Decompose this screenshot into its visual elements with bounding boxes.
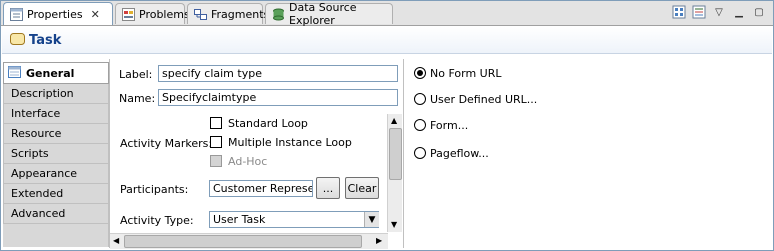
fragments-icon	[194, 8, 207, 21]
scroll-left-icon[interactable]: ◀	[113, 236, 119, 245]
general-icon	[8, 65, 21, 81]
scroll-down-icon[interactable]: ▼	[391, 220, 397, 229]
nav-filler	[3, 224, 109, 247]
nav-item-advanced[interactable]: Advanced	[3, 204, 109, 224]
nav-item-description[interactable]: Description	[3, 84, 109, 104]
browse-participants-button[interactable]: ...	[316, 177, 340, 199]
activity-type-select[interactable]: User Task	[209, 211, 379, 228]
ad-hoc-label: Ad-Hoc	[228, 155, 268, 168]
form-label: Form...	[430, 119, 469, 132]
scroll-up-icon[interactable]: ▲	[391, 116, 397, 125]
close-icon[interactable]: ✕	[91, 8, 100, 21]
tab-label: Data Source Explorer	[289, 1, 357, 27]
properties-view: Properties ✕ Problems Fragments Data Sou…	[0, 0, 774, 251]
tab-data-source-explorer[interactable]: Data Source Explorer	[265, 1, 393, 27]
view-menu-icon[interactable]: ▽	[711, 4, 727, 20]
tab-label: Fragments	[211, 7, 270, 21]
view-toolbar: ▽ ▁ ▢	[671, 4, 767, 20]
nav-item-scripts[interactable]: Scripts	[3, 144, 109, 164]
label-input[interactable]: specify claim type	[158, 65, 398, 82]
page-title: Task	[29, 32, 62, 48]
nav-item-appearance[interactable]: Appearance	[3, 164, 109, 184]
horizontal-scroll-thumb[interactable]	[124, 235, 362, 248]
tab-properties[interactable]: Properties ✕	[3, 2, 113, 25]
nav-item-label: General	[26, 66, 75, 80]
activity-type-value: User Task	[213, 213, 266, 226]
properties-icon	[10, 7, 23, 21]
nav-item-extended[interactable]: Extended	[3, 184, 109, 204]
view-tab-bar: Properties ✕ Problems Fragments Data Sou…	[1, 1, 773, 27]
clear-participants-button[interactable]: Clear	[345, 177, 379, 199]
vertical-scroll-thumb[interactable]	[389, 128, 402, 180]
task-icon	[10, 32, 25, 48]
activity-type-label: Activity Type:	[120, 214, 194, 227]
tab-problems[interactable]: Problems	[115, 3, 190, 24]
no-form-url-radio[interactable]	[414, 67, 426, 79]
participants-input[interactable]: Customer Represent	[209, 180, 313, 197]
user-defined-url-radio[interactable]	[414, 93, 426, 105]
show-advanced-icon[interactable]	[691, 4, 707, 20]
chevron-down-icon[interactable]: ▼	[364, 212, 379, 227]
user-defined-url-label: User Defined URL...	[430, 93, 538, 106]
maximize-icon[interactable]: ▢	[751, 4, 767, 20]
standard-loop-label: Standard Loop	[228, 117, 308, 130]
multiple-instance-loop-checkbox[interactable]	[210, 136, 222, 148]
properties-nav: General Description Interface Resource S…	[3, 62, 109, 248]
data-source-icon	[272, 8, 285, 21]
tab-label: Properties	[27, 7, 83, 21]
nav-item-interface[interactable]: Interface	[3, 104, 109, 124]
form-vertical-scrollbar[interactable]: ▲ ▼	[387, 114, 402, 232]
label-field-label: Label:	[119, 68, 153, 81]
tab-fragments[interactable]: Fragments	[187, 3, 269, 24]
tab-label: Problems	[139, 7, 190, 21]
properties-header: Task	[2, 27, 772, 54]
general-form: Label: specify claim type Name: Specifyc…	[109, 59, 402, 248]
form-horizontal-scrollbar[interactable]: ◀ ▶	[110, 233, 388, 249]
name-input[interactable]: Specifyclaimtype	[158, 89, 398, 106]
form-url-panel: No Form URL User Defined URL... Form... …	[403, 59, 773, 248]
no-form-url-label: No Form URL	[430, 67, 502, 80]
nav-item-resource[interactable]: Resource	[3, 124, 109, 144]
pageflow-radio[interactable]	[414, 147, 426, 159]
multiple-instance-loop-label: Multiple Instance Loop	[228, 136, 352, 149]
nav-item-general[interactable]: General	[3, 62, 109, 84]
scroll-right-icon[interactable]: ▶	[376, 236, 382, 245]
problems-icon	[122, 7, 135, 21]
activity-markers-label: Activity Markers:	[120, 137, 213, 150]
name-field-label: Name:	[119, 92, 156, 105]
form-radio[interactable]	[414, 119, 426, 131]
minimize-icon[interactable]: ▁	[731, 4, 747, 20]
ad-hoc-checkbox[interactable]	[210, 155, 222, 167]
pin-view-icon[interactable]	[671, 4, 687, 20]
participants-label: Participants:	[120, 183, 189, 196]
pageflow-label: Pageflow...	[430, 147, 489, 160]
standard-loop-checkbox[interactable]	[210, 117, 222, 129]
